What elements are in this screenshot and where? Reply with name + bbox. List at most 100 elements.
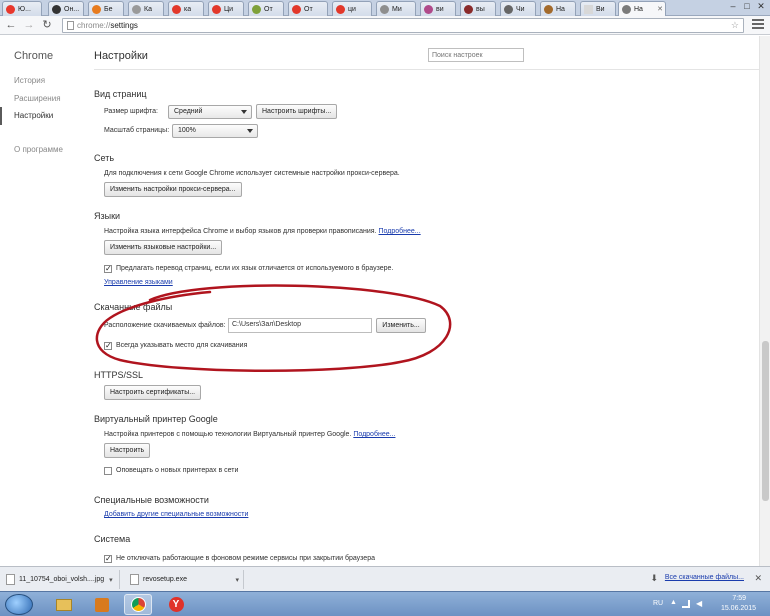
tab[interactable]: вы xyxy=(460,1,496,16)
tab[interactable]: Ци xyxy=(208,1,244,16)
translate-checkbox[interactable]: ✓ xyxy=(104,265,112,273)
sidebar-item-about[interactable]: О программе xyxy=(14,145,63,154)
chevron-down-icon[interactable]: ▾ xyxy=(109,576,113,584)
site-icon xyxy=(252,4,261,14)
media-player-taskbar-icon[interactable] xyxy=(88,594,116,615)
document-icon xyxy=(584,4,593,14)
tab[interactable]: ци xyxy=(332,1,372,16)
cloud-print-more-link[interactable]: Подробнее... xyxy=(353,431,395,438)
page-scrollbar[interactable] xyxy=(759,36,770,566)
sidebar-item-settings[interactable]: Настройки xyxy=(14,111,53,120)
tab[interactable]: Ю... xyxy=(2,1,42,16)
section-heading-page-view: Вид страниц xyxy=(94,89,147,99)
notify-printers-checkbox[interactable] xyxy=(104,467,112,475)
start-button-icon[interactable] xyxy=(5,594,33,615)
url-scheme: chrome:// xyxy=(77,21,111,30)
download-location-field[interactable]: C:\Users\Зал\Desktop xyxy=(228,318,372,333)
font-settings-button[interactable]: Настроить шрифты... xyxy=(256,104,338,119)
site-icon xyxy=(424,4,433,14)
languages-description: Настройка языка интерфейса Chrome и выбо… xyxy=(104,228,421,235)
tab[interactable]: Ка xyxy=(128,1,164,16)
sidebar-active-marker xyxy=(0,107,2,125)
tab[interactable]: ви xyxy=(420,1,456,16)
scrollbar-thumb[interactable] xyxy=(762,341,769,501)
sidebar-item-history[interactable]: История xyxy=(14,76,45,85)
bookmark-star-icon[interactable]: ☆ xyxy=(731,20,739,31)
tab-strip: Ю... Он... Бе Ка ка Ци От От ци Ми ви вы… xyxy=(0,0,770,16)
close-downloads-icon[interactable]: ✕ xyxy=(754,573,762,584)
manage-certificates-button[interactable]: Настроить сертификаты... xyxy=(104,385,202,400)
sidebar-item-extensions[interactable]: Расширения xyxy=(14,94,61,103)
menu-icon[interactable] xyxy=(752,19,764,31)
tab[interactable]: Он... xyxy=(48,1,84,16)
gear-icon xyxy=(622,4,631,14)
proxy-settings-button[interactable]: Изменить настройки прокси-сервера... xyxy=(104,182,242,197)
maximize-icon[interactable]: □ xyxy=(742,1,752,11)
site-icon xyxy=(292,4,301,14)
font-size-select[interactable]: Средний xyxy=(168,105,252,119)
site-icon xyxy=(92,4,101,14)
font-size-label: Размер шрифта: xyxy=(104,108,158,115)
tray-arrow-icon[interactable]: ▲ xyxy=(670,599,677,606)
download-item[interactable]: 11_10754_oboi_volsh....jpg ▾ xyxy=(0,570,120,589)
section-heading-languages: Языки xyxy=(94,211,121,221)
ask-download-location-checkbox[interactable]: ✓ xyxy=(104,342,112,350)
languages-more-link[interactable]: Подробнее... xyxy=(379,228,421,235)
site-icon xyxy=(132,4,141,14)
zoom-label: Масштаб страницы: xyxy=(104,127,170,134)
tab[interactable]: От xyxy=(288,1,328,16)
volume-icon[interactable]: ◀ xyxy=(696,599,702,608)
site-icon xyxy=(380,4,389,14)
show-all-downloads-link[interactable]: Все скачанные файлы... xyxy=(665,574,744,581)
yandex-browser-taskbar-icon[interactable]: Y xyxy=(162,594,190,615)
site-icon xyxy=(212,4,221,14)
language-settings-button[interactable]: Изменить языковые настройки... xyxy=(104,240,223,255)
section-heading-https: HTTPS/SSL xyxy=(94,370,144,380)
zoom-select[interactable]: 100% xyxy=(172,124,258,138)
clock-date[interactable]: 15.06.2015 xyxy=(721,605,756,612)
explorer-taskbar-icon[interactable] xyxy=(50,594,78,615)
site-icon xyxy=(544,4,553,14)
reload-icon[interactable]: ↻ xyxy=(40,18,54,32)
sidebar-brand: Chrome xyxy=(14,50,54,62)
translate-checkbox-label: Предлагать перевод страниц, если их язык… xyxy=(116,265,394,272)
page-title: Настройки xyxy=(94,50,148,62)
section-heading-downloads: Скачанные файлы xyxy=(94,302,173,312)
search-input[interactable] xyxy=(428,48,524,62)
chevron-down-icon[interactable]: ▾ xyxy=(235,576,239,584)
tab[interactable]: ка xyxy=(168,1,204,16)
tab[interactable]: От xyxy=(248,1,284,16)
language-indicator[interactable]: RU xyxy=(653,600,663,607)
close-tab-icon[interactable]: ✕ xyxy=(657,5,663,13)
header-divider xyxy=(94,69,770,70)
tab-active[interactable]: На ✕ xyxy=(618,1,666,16)
url-path: settings xyxy=(110,21,138,30)
tab[interactable]: Ми xyxy=(376,1,416,16)
network-description: Для подключения к сети Google Chrome исп… xyxy=(104,170,400,177)
forward-icon[interactable]: → xyxy=(22,18,36,32)
download-item[interactable]: revosetup.exe ▾ xyxy=(124,570,244,589)
add-accessibility-link[interactable]: Добавить другие специальные возможности xyxy=(104,511,248,518)
tab[interactable]: Ви xyxy=(580,1,616,16)
browser-toolbar: ← → ↻ chrome://settings ☆ xyxy=(0,16,770,35)
change-download-location-button[interactable]: Изменить... xyxy=(376,318,426,333)
clock-time[interactable]: 7:59 xyxy=(732,595,746,602)
cloud-print-description: Настройка принтеров с помощью технологии… xyxy=(104,431,396,438)
back-icon[interactable]: ← xyxy=(4,18,18,32)
tab[interactable]: На xyxy=(540,1,576,16)
close-window-icon[interactable]: ✕ xyxy=(756,1,766,11)
tab[interactable]: Чи xyxy=(500,1,536,16)
ask-download-location-label: Всегда указывать место для скачивания xyxy=(116,342,248,349)
background-apps-checkbox[interactable]: ✓ xyxy=(104,555,112,563)
system-tray: RU ▲ ◀ 7:59 15.06.2015 xyxy=(650,592,770,616)
tab[interactable]: Бе xyxy=(88,1,124,16)
address-bar[interactable]: chrome://settings ☆ xyxy=(62,18,744,33)
cloud-print-setup-button[interactable]: Настроить xyxy=(104,443,151,458)
network-icon[interactable] xyxy=(682,600,690,608)
minimize-icon[interactable]: – xyxy=(728,1,738,11)
background-apps-label: Не отключать работающие в фоновом режиме… xyxy=(116,555,375,562)
settings-sidebar: Chrome История Расширения Настройки О пр… xyxy=(0,36,80,566)
chrome-taskbar-icon[interactable] xyxy=(124,594,152,615)
manage-languages-link[interactable]: Управление языками xyxy=(104,279,173,286)
site-icon xyxy=(464,4,473,14)
